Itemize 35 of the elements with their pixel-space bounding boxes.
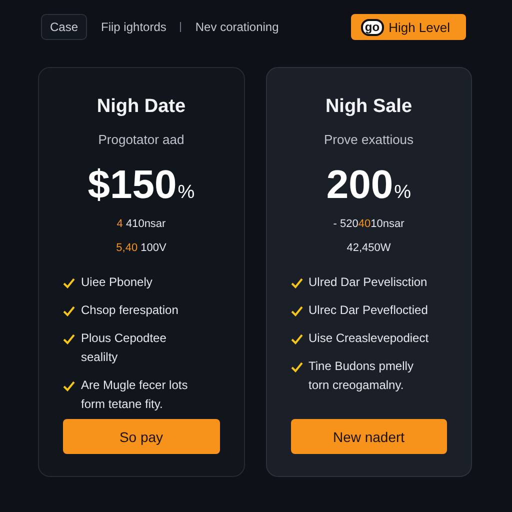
- price: 200: [326, 163, 394, 208]
- feature-text: Ulred Dar Pevelisction: [308, 274, 428, 291]
- feature-text: Chsop ferespation: [81, 302, 178, 319]
- feature-text: Plous Cepodtee sealilty: [81, 330, 168, 366]
- feature-text: Ulrec Dar Pevefloctied: [308, 302, 428, 319]
- plan-detail: 5,40 100V: [116, 242, 166, 254]
- nav-link[interactable]: Fiip ightords: [101, 20, 166, 34]
- price-unit: %: [394, 182, 412, 204]
- feature-text: Tine Budons pmelly torn creogamalny.: [308, 358, 414, 394]
- check-icon: [290, 361, 302, 373]
- plan-title: Nigh Date: [96, 96, 186, 118]
- feature-text: Are Mugle fecer lots form tetane fity.: [81, 377, 189, 413]
- feature-text: Uise Creaslevepodiect: [308, 330, 429, 347]
- plan-button[interactable]: New nadert: [290, 419, 447, 454]
- check-icon: [63, 333, 75, 345]
- plan-subtitle: Progotator aad: [98, 132, 184, 147]
- check-icon: [290, 305, 302, 317]
- price-unit: %: [178, 182, 195, 204]
- check-icon: [290, 333, 302, 345]
- check-icon: [63, 305, 75, 317]
- feature-text: Uiee Pbonely: [81, 274, 152, 291]
- check-icon: [63, 380, 75, 392]
- nav-link[interactable]: Nev corationing: [195, 20, 279, 34]
- nav-pill[interactable]: Case: [41, 14, 88, 40]
- plan-detail: 42,450W: [346, 242, 391, 254]
- plan-detail: 4 410nsar: [116, 218, 166, 230]
- high-level-button[interactable]: go High Level: [350, 14, 466, 40]
- check-icon: [63, 277, 75, 289]
- logo-badge: go: [360, 18, 384, 36]
- plan-title: Nigh Sale: [325, 96, 412, 118]
- price: $150: [88, 163, 177, 208]
- plan-button[interactable]: So pay: [63, 419, 220, 454]
- plan-subtitle: Prove exattious: [324, 132, 414, 147]
- plan-detail: - 5204010nsar: [333, 218, 404, 230]
- check-icon: [290, 277, 302, 289]
